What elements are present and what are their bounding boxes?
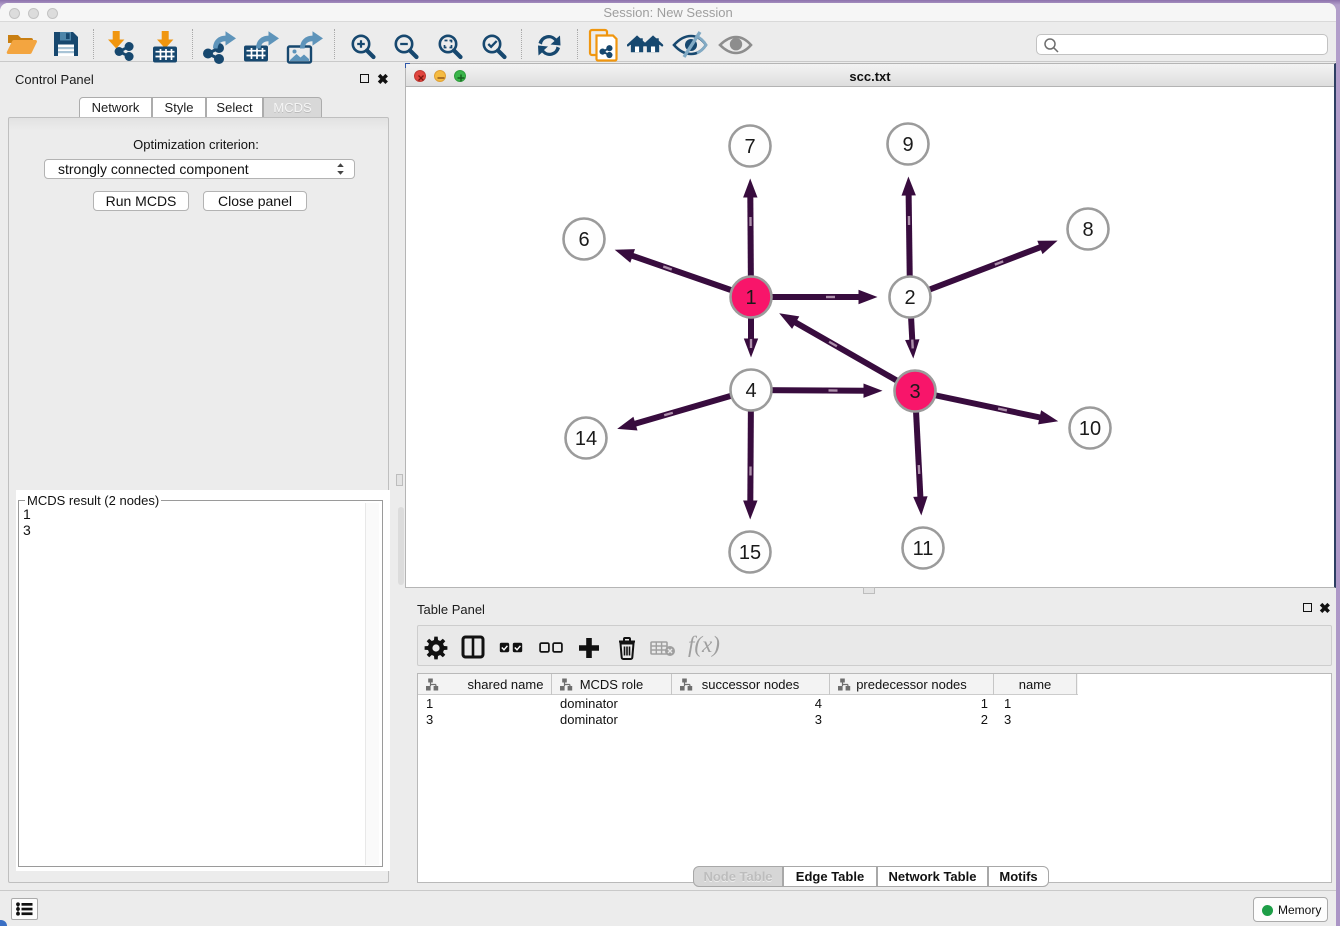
svg-text:3: 3 [909, 381, 920, 403]
svg-text:15: 15 [739, 542, 761, 564]
svg-text:14: 14 [575, 428, 597, 450]
svg-text:9: 9 [902, 134, 913, 156]
svg-text:7: 7 [744, 136, 755, 158]
svg-text:2: 2 [904, 287, 915, 309]
svg-text:6: 6 [578, 229, 589, 251]
svg-text:4: 4 [745, 380, 756, 402]
svg-text:8: 8 [1082, 219, 1093, 241]
svg-text:10: 10 [1079, 418, 1101, 440]
svg-text:11: 11 [913, 538, 934, 560]
svg-text:1: 1 [745, 287, 756, 309]
